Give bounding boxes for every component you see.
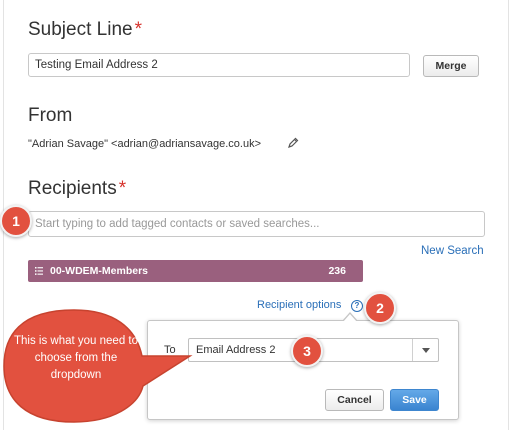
save-button[interactable]: Save — [390, 389, 439, 411]
subject-line-heading: Subject Line * — [28, 19, 142, 41]
required-mark: * — [118, 178, 127, 199]
list-icon — [35, 267, 43, 275]
callout-text: This is what you need to choose from the… — [13, 335, 138, 381]
recipients-search-input[interactable]: Start typing to add tagged contacts or s… — [28, 211, 485, 237]
question-circle-icon[interactable]: ? — [351, 300, 363, 312]
caret-down-icon[interactable] — [422, 348, 430, 353]
frame-border-right — [508, 0, 509, 430]
popover-arrow-fill — [343, 314, 357, 322]
subject-line-input[interactable]: Testing Email Address 2 — [28, 53, 410, 77]
required-mark: * — [134, 19, 142, 40]
new-search-link[interactable]: New Search — [421, 245, 484, 257]
subject-line-label: Subject Line — [28, 19, 133, 40]
annotation-badge-2: 2 — [364, 292, 396, 324]
cancel-button[interactable]: Cancel — [325, 389, 384, 411]
annotation-badge-1: 1 — [0, 205, 32, 237]
from-address: "Adrian Savage" <adrian@adriansavage.co.… — [28, 138, 262, 150]
recipients-heading: Recipients * — [28, 178, 126, 200]
merge-button[interactable]: Merge — [423, 55, 479, 77]
tag-count: 236 — [328, 265, 346, 277]
annotation-badge-3: 3 — [291, 335, 323, 367]
recipients-label: Recipients — [28, 178, 117, 199]
recipient-tag[interactable]: 00-WDEM-Members 236 — [28, 260, 363, 282]
from-heading: From — [28, 105, 73, 126]
pencil-icon[interactable] — [287, 137, 299, 149]
select-divider — [412, 339, 413, 361]
recipient-options-link[interactable]: Recipient options — [257, 299, 341, 311]
tag-name: 00-WDEM-Members — [50, 265, 149, 277]
to-field-selected-value: Email Address 2 — [196, 344, 276, 356]
